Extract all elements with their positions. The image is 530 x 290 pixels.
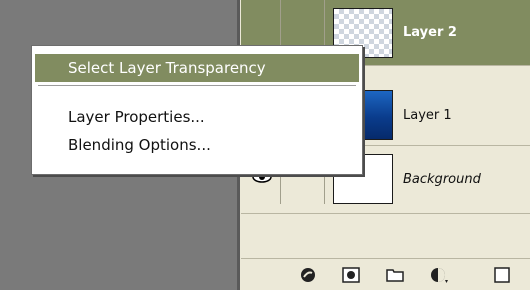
- menu-item-layer-properties[interactable]: Layer Properties...: [35, 103, 359, 131]
- layer-name[interactable]: Layer 2: [403, 25, 457, 40]
- layer-context-menu: Select Layer Transparency Layer Properti…: [31, 45, 363, 175]
- menu-item-blending-options[interactable]: Blending Options...: [35, 131, 359, 159]
- menu-item-select-layer-transparency[interactable]: Select Layer Transparency: [35, 54, 359, 82]
- new-layer-icon[interactable]: [491, 264, 513, 286]
- adjustment-layer-icon[interactable]: [428, 264, 450, 286]
- layer-name[interactable]: Background: [403, 172, 481, 187]
- menu-separator: [38, 85, 356, 87]
- layers-toolbar: [241, 258, 530, 290]
- link-layers-icon[interactable]: [297, 264, 319, 286]
- layer-name[interactable]: Layer 1: [403, 108, 452, 123]
- new-group-icon[interactable]: [384, 264, 406, 286]
- add-layer-mask-icon[interactable]: [340, 264, 362, 286]
